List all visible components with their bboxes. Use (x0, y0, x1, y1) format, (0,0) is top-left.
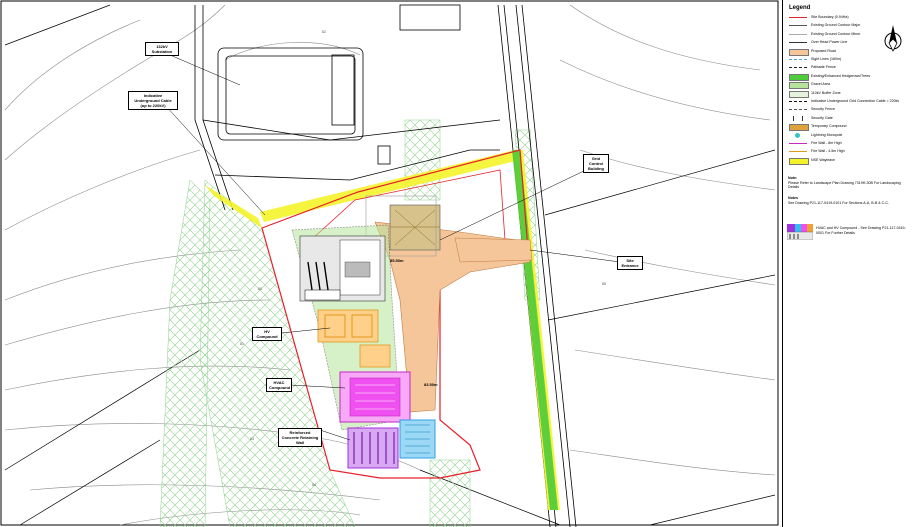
legend-symbol (789, 143, 807, 144)
legend-item: Existing Ground Contour Major (787, 22, 917, 30)
contour-label: 81 (240, 342, 244, 346)
callout-retaining-wall: Reinforced Concrete Retaining Wall (278, 428, 322, 447)
legend-item: Security Gate (787, 115, 917, 123)
battery-compound (347, 419, 436, 469)
contour-label: 85 (602, 282, 606, 286)
legend-symbol (789, 59, 807, 60)
legend-symbol (789, 73, 809, 81)
legend-label: Over Head Power Line (811, 40, 848, 45)
level-label: 85.50m (390, 258, 404, 263)
legend-symbol (789, 17, 807, 18)
legend-item: Gravel Area (787, 81, 917, 90)
legend-symbol (789, 151, 807, 153)
hvac-compound (339, 371, 411, 423)
access-road (454, 237, 533, 263)
legend-label: Site Boundary (0.94Ha) (811, 15, 849, 19)
contour-label: 82 (322, 30, 326, 34)
callout-cable: Indicative Underground Cable (up to 220k… (128, 91, 178, 110)
legend-item: Palisade Fence (787, 64, 917, 72)
legend-symbol (789, 25, 807, 27)
site-plan-drawing: 82 80 81 83 84 85 85.50m 83.50m (0, 0, 779, 527)
legend-label: NSE Wayleave (811, 157, 836, 162)
legend-item: Proposed Road (787, 48, 917, 56)
legend-note-2: Notes See Drawing P21-117-0419-0101 For … (788, 196, 908, 205)
legend-symbol (789, 124, 809, 132)
legend-label: Security Gate (811, 115, 833, 120)
legend-item: Sight Lines (160m) (787, 56, 917, 64)
level-label: 83.50m (424, 382, 438, 387)
legend-note-3-text: HVAC and HV Compound - See Drawing P21-1… (816, 226, 906, 235)
legend-item: Over Head Power Line (787, 39, 917, 47)
legend-item: Fire Wall - 8m High (787, 140, 917, 148)
legend-symbol (789, 82, 809, 90)
legend-symbol (795, 132, 800, 138)
contour-label: 80 (258, 287, 262, 291)
legend-note-1: Note: Please Refer to Landscape Plan Dra… (788, 176, 908, 190)
legend-label: Security Fence (811, 107, 835, 112)
legend-item: Existing Ground Contour Minor (787, 31, 917, 39)
legend-symbol (789, 90, 809, 98)
legend-note-3: HVAC and HV Compound - See Drawing P21-1… (816, 226, 911, 235)
legend-label: Gravel Area (811, 82, 830, 87)
legend-label: Existing Ground Contour Major (811, 23, 861, 28)
legend-item: Fire Wall - 4.5m High (787, 148, 917, 156)
callout-site-entrance: Site Entrance (617, 256, 643, 270)
legend-label: Fire Wall - 4.5m High (811, 149, 845, 154)
legend-symbol (789, 48, 809, 56)
legend-symbol (789, 42, 807, 44)
legend-label: Existing/Enhanced Hedgerows/Trees (811, 73, 870, 78)
legend-label: Existing Ground Contour Minor (811, 31, 861, 36)
legend-symbol (789, 101, 807, 102)
legend-item: Site Boundary (0.94Ha) (787, 14, 917, 22)
contour-label: 84 (312, 483, 316, 487)
legend-label: Proposed Road (811, 48, 836, 53)
legend-label: Lightning Monopole (811, 132, 843, 137)
legend-note-1-text: Please Refer to Landscape Plan Drawing 7… (788, 180, 901, 190)
legend-item: Security Fence (787, 106, 917, 114)
legend-symbol (789, 67, 807, 69)
legend-label: Temporary Compound (811, 124, 847, 129)
legend-item: Lightning Monopole (787, 132, 917, 140)
callout-hv-compound: HV Compound (252, 327, 282, 341)
legend-title: Legend (789, 5, 811, 11)
legend-symbol (789, 157, 809, 165)
legend-item: Indicative Underground Grid Connection C… (787, 98, 917, 106)
legend-item: Temporary Compound (787, 123, 917, 132)
hedgerow (512, 150, 558, 510)
compound-key-icon (787, 224, 813, 240)
callout-hvac-compound: HVAC Compound (266, 378, 292, 392)
legend-label: Sight Lines (160m) (811, 57, 842, 61)
callout-substation: 132kV Substation (145, 42, 179, 56)
legend-label: Fire Wall - 8m High (811, 141, 842, 145)
legend-note-2-head: Notes (788, 196, 798, 200)
legend-note-1-head: Note: (788, 176, 798, 180)
legend-symbol (789, 109, 807, 111)
callout-control-building: Grid Control Building (583, 154, 609, 173)
legend-label: 110kV Buffer Zone (811, 90, 841, 95)
legend-symbol (789, 33, 807, 35)
legend-item: 110kV Buffer Zone (787, 90, 917, 98)
contour-label: 83 (250, 437, 254, 441)
hv-equipment (299, 235, 386, 302)
legend-panel: Legend Site Boundary (0.94Ha) Existing Gr… (782, 0, 918, 527)
legend-label: Palisade Fence (811, 65, 836, 70)
legend-note-2-text: See Drawing P21-117-0419-0101 For Sectio… (788, 200, 890, 205)
legend-item: Existing/Enhanced Hedgerows/Trees (787, 73, 917, 81)
legend-symbol (793, 115, 803, 121)
site-plan: 82 80 81 83 84 85 85.50m 83.50m 132kV Su… (0, 0, 780, 527)
legend-item: NSE Wayleave (787, 157, 917, 165)
legend-label: Indicative Underground Grid Connection C… (811, 99, 900, 103)
